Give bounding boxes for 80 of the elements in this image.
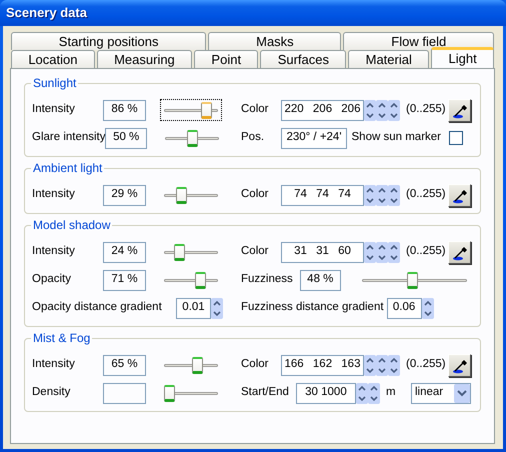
tab[interactable]: Flow field [343,32,494,50]
field-label: Color [241,244,270,260]
field-label: Fuzziness distance gradient [241,300,384,316]
field-label: Opacity distance gradient [32,300,162,316]
spinner[interactable] [211,298,223,318]
value-field [103,382,146,404]
spinner[interactable] [364,184,376,206]
slider-thumb[interactable] [407,272,418,289]
color-field[interactable]: 74 74 74 [281,184,364,206]
value-field: 50 % [104,128,148,148]
spinner[interactable] [368,382,380,404]
slider-thumb[interactable] [176,187,188,204]
field-label: Fuzziness [241,272,293,288]
position-field[interactable]: 230° / +24' [281,128,347,148]
tab[interactable]: Location [11,50,95,68]
value-field: 48 % [300,270,341,290]
checkbox[interactable] [449,131,463,145]
color-picker-button[interactable] [448,98,471,122]
group-title: Mist & Fog [31,331,92,345]
slider-thumb[interactable] [192,357,203,374]
spinner[interactable] [388,184,400,206]
group-title: Ambient light [31,161,104,175]
tab[interactable]: Material [348,50,430,68]
group-title: Model shadow [31,218,112,232]
number-field[interactable]: 0.06 [386,298,422,318]
slider-thumb[interactable] [186,130,198,147]
color-picker-button[interactable] [448,240,471,264]
color-picker-button[interactable] [448,184,471,206]
field-label: Start/End [241,385,289,400]
field-label: Color [241,102,270,118]
slider[interactable] [160,99,222,121]
tab[interactable]: Surfaces [260,50,346,68]
field-label: Color [241,187,270,202]
color-field[interactable]: 31 31 60 [281,242,364,262]
value-field: 86 % [103,100,146,120]
range-hint: (0..255) [406,357,446,372]
slider-thumb[interactable] [174,244,186,261]
dropdown[interactable]: linear [411,382,471,404]
field-label: Density [32,385,72,400]
value-field: 71 % [103,270,146,290]
spinner[interactable] [364,354,376,376]
chevron-down-icon [454,384,470,402]
value-field: 24 % [103,242,146,262]
spinner[interactable] [356,382,368,404]
slider-thumb[interactable] [200,102,212,119]
tab[interactable]: Masks [208,32,342,50]
value-field: 65 % [103,354,146,376]
range-hint: (0..255) [406,244,446,260]
unit-label: m [386,385,396,400]
color-field[interactable]: 220 206 206 [281,100,364,120]
number-field[interactable]: 0.01 [176,298,211,318]
tab[interactable]: Measuring [96,50,192,68]
spinner[interactable] [364,100,376,120]
window-title: Scenery data [6,4,87,22]
field-label: Color [241,357,270,372]
range-hint: (0..255) [406,187,446,202]
spinner[interactable] [364,242,376,262]
slider-thumb[interactable] [194,272,206,289]
field-label: Glare intensity [32,130,105,146]
field-label: Intensity [32,357,76,372]
spinner[interactable] [388,354,400,376]
tab[interactable]: Starting positions [11,32,206,50]
field-label: Pos. [241,130,266,146]
group-title: Sunlight [31,76,78,90]
field-label: Opacity [32,272,72,288]
field-label: Intensity [32,102,76,118]
spinner[interactable] [388,100,400,120]
color-field[interactable]: 166 162 163 [281,354,364,376]
slider-thumb[interactable] [164,385,175,402]
field-label: Intensity [32,187,76,202]
checkbox-label: Show sun marker [352,130,441,146]
range-hint: (0..255) [406,102,446,118]
color-picker-button[interactable] [448,354,471,376]
spinner[interactable] [422,298,434,318]
field-label: Intensity [32,244,76,260]
spinner[interactable] [388,242,400,262]
tab[interactable]: Light [431,47,494,68]
value-field: 29 % [103,184,146,206]
range-field[interactable]: 30 1000 [296,382,356,404]
tab[interactable]: Point [194,50,258,68]
